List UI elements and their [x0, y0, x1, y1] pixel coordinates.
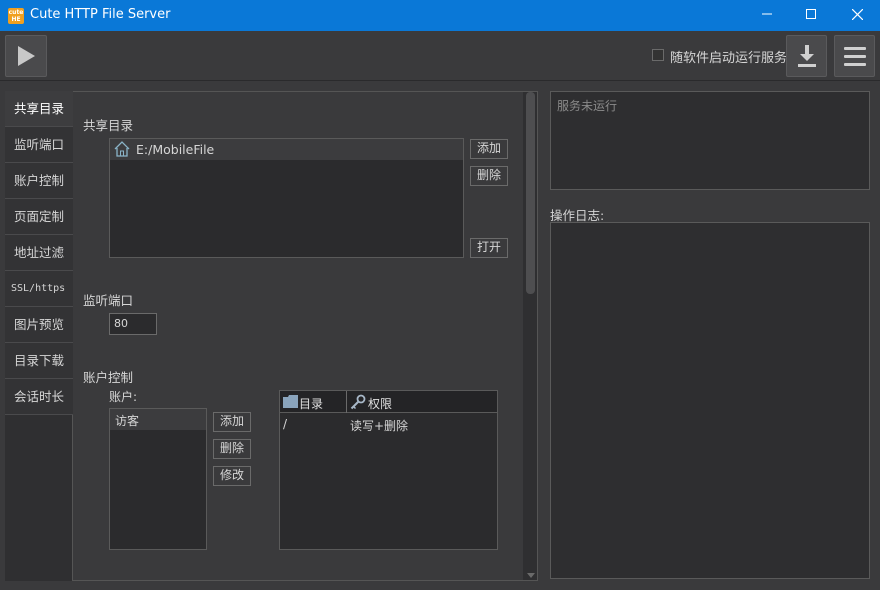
minimize-button[interactable]: [744, 0, 790, 31]
nav-item-dir-download[interactable]: 目录下载: [5, 343, 73, 379]
nav-item-session-duration[interactable]: 会话时长: [5, 379, 73, 415]
account-control-title: 账户控制: [83, 370, 134, 385]
start-server-button[interactable]: [5, 35, 47, 77]
download-icon: [797, 45, 816, 67]
minimize-icon: [762, 13, 772, 15]
download-button[interactable]: [786, 35, 827, 77]
nav-item-image-preview[interactable]: 图片预览: [5, 307, 73, 343]
column-header-directory[interactable]: 目录: [299, 395, 323, 412]
close-icon: [851, 8, 863, 21]
maximize-button[interactable]: [788, 0, 834, 31]
table-cell-permission: 读写+删除: [350, 419, 409, 433]
scrollbar-thumb[interactable]: [526, 92, 535, 294]
window-title: Cute HTTP File Server: [30, 7, 171, 22]
nav-item-shared-dir[interactable]: 共享目录: [5, 91, 73, 127]
nav-filler: [5, 415, 73, 581]
menu-button[interactable]: [834, 35, 875, 77]
port-input[interactable]: 80: [109, 313, 157, 335]
key-icon: [350, 394, 366, 410]
column-header-permission[interactable]: 权限: [368, 395, 392, 412]
add-shared-dir-button[interactable]: 添加: [470, 139, 508, 159]
autostart-label: 随软件启动运行服务: [670, 51, 788, 66]
nav-item-account-control[interactable]: 账户控制: [5, 163, 73, 199]
maximize-icon: [806, 9, 816, 19]
edit-account-button[interactable]: 修改: [213, 466, 251, 486]
delete-shared-dir-button[interactable]: 删除: [470, 166, 508, 186]
scroll-down-arrow-icon[interactable]: [527, 573, 535, 578]
hamburger-menu-icon: [843, 47, 866, 66]
listen-port-title: 监听端口: [83, 293, 134, 308]
table-header-divider: [346, 391, 347, 413]
account-name: 访客: [115, 414, 140, 428]
server-status-text: 服务未运行: [557, 99, 618, 113]
home-icon: [114, 141, 130, 157]
app-logo-icon: cute HE: [8, 8, 24, 24]
shared-dir-path: E:/MobileFile: [136, 142, 215, 157]
folder-icon: [283, 395, 298, 408]
accounts-label: 账户:: [109, 390, 138, 404]
nav-item-ssl[interactable]: SSL/https: [5, 271, 73, 307]
autostart-checkbox[interactable]: [652, 49, 664, 61]
close-button[interactable]: [834, 0, 880, 31]
add-account-button[interactable]: 添加: [213, 412, 251, 432]
nav-item-address-filter[interactable]: 地址过滤: [5, 235, 73, 271]
nav-item-page-custom[interactable]: 页面定制: [5, 199, 73, 235]
table-cell-directory: /: [283, 417, 288, 431]
nav-item-listen-port[interactable]: 监听端口: [5, 127, 73, 163]
delete-account-button[interactable]: 删除: [213, 439, 251, 459]
open-shared-dir-button[interactable]: 打开: [470, 238, 508, 258]
shared-dir-title: 共享目录: [83, 118, 134, 133]
operation-log[interactable]: [550, 222, 870, 579]
play-icon: [18, 46, 35, 66]
permissions-table[interactable]: [279, 390, 498, 550]
